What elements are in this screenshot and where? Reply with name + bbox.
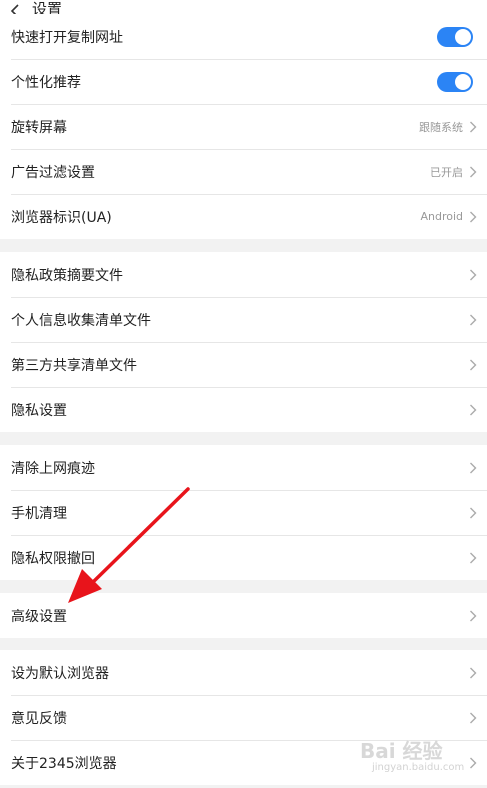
chevron-right-icon — [469, 610, 477, 622]
setting-third-party-sharing-list[interactable]: 第三方共享清单文件 — [0, 342, 487, 387]
toggle-knob — [455, 28, 471, 45]
setting-phone-cleanup[interactable]: 手机清理 — [0, 490, 487, 535]
setting-advanced-settings[interactable]: 高级设置 — [0, 593, 487, 638]
setting-label: 手机清理 — [11, 505, 67, 522]
setting-quick-open-copied-url[interactable]: 快速打开复制网址 — [0, 14, 487, 59]
setting-label: 隐私政策摘要文件 — [11, 267, 123, 284]
chevron-right-icon — [469, 211, 477, 223]
setting-personal-info-list[interactable]: 个人信息收集清单文件 — [0, 297, 487, 342]
setting-label: 旋转屏幕 — [11, 119, 67, 136]
baidu-jingyan-watermark: Bai 经验 jingyan.baidu.com — [360, 735, 480, 780]
chevron-right-icon — [469, 404, 477, 416]
setting-label: 隐私设置 — [11, 402, 67, 419]
setting-value: Android — [420, 210, 463, 223]
settings-group-advanced: 高级设置 — [0, 593, 487, 638]
chevron-right-icon — [469, 462, 477, 474]
setting-value: 跟随系统 — [419, 120, 463, 134]
settings-group-privacy-docs: 隐私政策摘要文件 个人信息收集清单文件 第三方共享清单文件 隐私设置 — [0, 252, 487, 432]
setting-label: 清除上网痕迹 — [11, 460, 95, 477]
chevron-right-icon — [469, 667, 477, 679]
chevron-right-icon — [469, 552, 477, 564]
setting-label: 快速打开复制网址 — [11, 29, 123, 46]
setting-label: 高级设置 — [11, 608, 67, 625]
setting-set-default-browser[interactable]: 设为默认浏览器 — [0, 650, 487, 695]
setting-clear-history[interactable]: 清除上网痕迹 — [0, 445, 487, 490]
settings-group-cleanup: 清除上网痕迹 手机清理 隐私权限撤回 — [0, 445, 487, 580]
watermark-url: jingyan.baidu.com — [372, 762, 465, 773]
toggle-switch[interactable] — [437, 71, 473, 92]
setting-label: 设为默认浏览器 — [11, 665, 109, 682]
setting-privacy-settings[interactable]: 隐私设置 — [0, 387, 487, 432]
setting-label: 隐私权限撤回 — [11, 550, 95, 567]
setting-browser-ua[interactable]: 浏览器标识(UA) Android — [0, 194, 487, 239]
chevron-right-icon — [469, 166, 477, 178]
setting-ad-filter[interactable]: 广告过滤设置 已开启 — [0, 149, 487, 194]
toggle-knob — [455, 73, 471, 90]
setting-label: 个性化推荐 — [11, 74, 81, 91]
watermark-logo: Bai 经验 — [360, 739, 443, 763]
setting-label: 个人信息收集清单文件 — [11, 312, 151, 329]
settings-group-general: 快速打开复制网址 个性化推荐 旋转屏幕 跟随系统 广告过滤设置 已开启 浏览器标… — [0, 14, 487, 239]
setting-label: 意见反馈 — [11, 710, 67, 727]
toggle-switch[interactable] — [437, 26, 473, 47]
chevron-right-icon — [469, 712, 477, 724]
setting-label: 广告过滤设置 — [11, 164, 95, 181]
chevron-right-icon — [469, 269, 477, 281]
chevron-right-icon — [469, 121, 477, 133]
chevron-right-icon — [469, 507, 477, 519]
setting-revoke-privacy-permissions[interactable]: 隐私权限撤回 — [0, 535, 487, 580]
setting-label: 第三方共享清单文件 — [11, 357, 137, 374]
chevron-right-icon — [469, 314, 477, 326]
setting-feedback[interactable]: 意见反馈 — [0, 695, 487, 740]
setting-rotate-screen[interactable]: 旋转屏幕 跟随系统 — [0, 104, 487, 149]
setting-personalized-recommendation[interactable]: 个性化推荐 — [0, 59, 487, 104]
chevron-right-icon — [469, 359, 477, 371]
setting-value: 已开启 — [430, 165, 463, 179]
setting-label: 浏览器标识(UA) — [11, 209, 112, 226]
setting-privacy-policy-summary[interactable]: 隐私政策摘要文件 — [0, 252, 487, 297]
